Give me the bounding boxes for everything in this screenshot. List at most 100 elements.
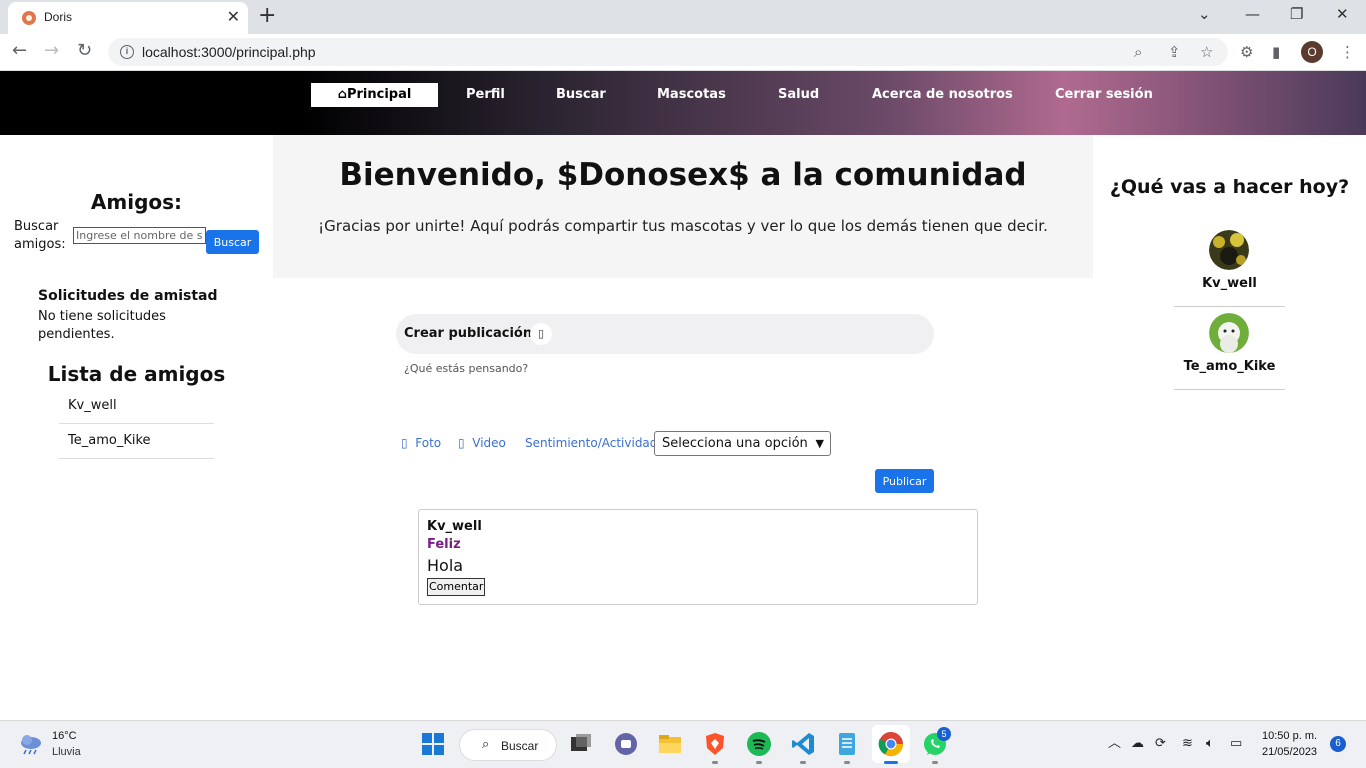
wifi-icon[interactable]: ≋ xyxy=(1182,735,1193,753)
feeling-select-value: Selecciona una opción xyxy=(662,436,808,451)
nav-principal[interactable]: ⌂Principal xyxy=(311,83,438,107)
profile-avatar[interactable]: O xyxy=(1301,41,1323,63)
create-post-title: Crear publicación xyxy=(404,326,533,341)
tray-chevron-up-icon[interactable]: ︿ xyxy=(1108,735,1121,753)
vscode-icon[interactable] xyxy=(790,731,816,757)
home-icon: ⌂ xyxy=(337,87,347,102)
site-navbar: ⌂Principal Perfil Buscar Mascotas Salud … xyxy=(0,71,1366,135)
friend-requests-title: Solicitudes de amistad xyxy=(38,288,218,304)
chevron-down-icon: ▼ xyxy=(815,437,824,450)
suggested-user[interactable]: Kv_well xyxy=(1174,230,1285,307)
whatsapp-unread-badge: 5 xyxy=(937,727,951,741)
nav-salud[interactable]: Salud xyxy=(778,83,819,107)
create-post-bar[interactable]: Crear publicación ▯ xyxy=(396,314,934,354)
running-indicator xyxy=(756,761,762,764)
weather-temperature: 16°C xyxy=(52,730,77,742)
bookmark-star-icon[interactable]: ☆ xyxy=(1200,43,1213,61)
post-mood: Feliz xyxy=(427,537,461,552)
taskbar-search-label: Buscar xyxy=(501,739,539,753)
nav-mascotas[interactable]: Mascotas xyxy=(657,83,726,107)
onedrive-cloud-icon[interactable]: ☁ xyxy=(1131,735,1144,753)
notification-badge[interactable]: 6 xyxy=(1330,736,1346,752)
feeling-select[interactable]: Selecciona una opción ▼ xyxy=(654,431,831,456)
dog-favicon-icon xyxy=(22,11,36,25)
photo-icon: ▯ xyxy=(401,436,408,450)
file-explorer-icon[interactable] xyxy=(657,731,683,757)
site-info-icon[interactable]: i xyxy=(120,45,134,59)
clock-time[interactable]: 10:50 p. m. xyxy=(1262,730,1317,742)
friends-title: Amigos: xyxy=(90,190,183,214)
new-tab-icon[interactable]: + xyxy=(258,4,276,28)
post-author[interactable]: Kv_well xyxy=(427,519,482,534)
friend-requests-text: No tiene solicitudes pendientes. xyxy=(38,309,166,342)
friend-list-item[interactable]: Kv_well xyxy=(59,389,214,424)
avatar xyxy=(1209,313,1249,353)
post-textarea-placeholder[interactable]: ¿Qué estás pensando? xyxy=(404,362,528,375)
nav-cerrar-sesion[interactable]: Cerrar sesión xyxy=(1055,83,1153,107)
minimize-icon[interactable]: — xyxy=(1245,4,1260,24)
friend-search-input[interactable] xyxy=(73,227,206,244)
suggested-user-name: Te_amo_Kike xyxy=(1183,359,1276,374)
welcome-subtitle: ¡Gracias por unirte! Aquí podrás compart… xyxy=(318,217,1048,235)
windows-taskbar: 16°C Lluvia ⌕ Buscar ︿ ☁ ⟳ ≋ 🔈︎ ▭ 10:50 … xyxy=(0,720,1366,768)
running-indicator xyxy=(932,761,938,764)
sync-icon[interactable]: ⟳ xyxy=(1155,735,1166,753)
rain-cloud-icon[interactable] xyxy=(18,733,44,755)
windows-start-icon[interactable] xyxy=(420,731,446,757)
nav-buscar[interactable]: Buscar xyxy=(556,83,606,107)
back-icon[interactable]: ← xyxy=(12,40,27,62)
battery-icon[interactable]: ▭ xyxy=(1230,735,1242,753)
video-link[interactable]: ▯ Video xyxy=(458,436,506,450)
browser-tab[interactable]: Doris ✕ xyxy=(8,2,248,34)
notepad-icon[interactable] xyxy=(834,731,860,757)
brave-browser-icon[interactable] xyxy=(702,731,728,757)
task-view-icon[interactable] xyxy=(568,731,594,757)
extensions-icon[interactable]: ⚙ xyxy=(1240,42,1253,62)
post-card: Kv_well Feliz Hola Comentar xyxy=(418,509,978,605)
edit-icon[interactable]: ▯ xyxy=(530,323,552,345)
side-panel-icon[interactable]: ▮ xyxy=(1272,42,1280,62)
post-text: Hola xyxy=(427,556,464,575)
url-text[interactable]: localhost:3000/principal.php xyxy=(142,44,316,60)
friend-list-item[interactable]: Te_amo_Kike xyxy=(59,424,214,459)
publish-button[interactable]: Publicar xyxy=(875,469,934,493)
welcome-title: Bienvenido, $Donosex$ a la comunidad xyxy=(339,157,1027,193)
menu-dots-icon[interactable]: ⋮ xyxy=(1340,42,1355,62)
forward-icon[interactable]: → xyxy=(44,40,59,62)
tab-title: Doris xyxy=(44,10,73,24)
reload-icon[interactable]: ↻ xyxy=(77,40,92,62)
feeling-link[interactable]: Sentimiento/Actividad xyxy=(525,436,657,450)
volume-icon[interactable]: 🔈︎ xyxy=(1206,735,1214,753)
nav-acerca[interactable]: Acerca de nosotros xyxy=(872,83,1013,107)
close-window-icon[interactable]: ✕ xyxy=(1336,4,1349,24)
friend-search-button[interactable]: Buscar xyxy=(206,230,259,254)
taskbar-search[interactable]: ⌕ Buscar xyxy=(459,729,557,761)
spotify-icon[interactable] xyxy=(746,731,772,757)
today-title: ¿Qué vas a hacer hoy? xyxy=(1109,176,1350,198)
comment-button[interactable]: Comentar xyxy=(427,578,486,596)
welcome-hero: Bienvenido, $Donosex$ a la comunidad ¡Gr… xyxy=(273,135,1093,278)
tab-search-chevron-icon[interactable]: ⌄ xyxy=(1198,4,1211,24)
suggested-user-name: Kv_well xyxy=(1202,276,1257,291)
nav-perfil[interactable]: Perfil xyxy=(466,83,505,107)
chrome-icon[interactable] xyxy=(878,731,904,757)
video-icon: ▯ xyxy=(458,436,465,450)
weather-description: Lluvia xyxy=(52,746,81,758)
share-icon[interactable]: ⇪ xyxy=(1168,43,1181,61)
photo-link[interactable]: ▯ Foto xyxy=(401,436,441,450)
address-bar[interactable]: i localhost:3000/principal.php ⌕ ⇪ ☆ xyxy=(108,38,1228,66)
active-indicator xyxy=(884,761,898,764)
restore-icon[interactable]: ❐ xyxy=(1290,4,1303,24)
close-tab-icon[interactable]: ✕ xyxy=(227,8,240,26)
browser-tabstrip: Doris ✕ + ⌄ — ❐ ✕ xyxy=(0,0,1366,34)
friend-search-label: Buscar amigos: xyxy=(14,219,66,252)
clock-date[interactable]: 21/05/2023 xyxy=(1262,746,1317,758)
zoom-icon[interactable]: ⌕ xyxy=(1134,43,1142,61)
browser-toolbar: ← → ↻ i localhost:3000/principal.php ⌕ ⇪… xyxy=(0,34,1366,71)
suggested-user[interactable]: Te_amo_Kike xyxy=(1174,313,1285,390)
friend-list-title: Lista de amigos xyxy=(47,362,226,386)
avatar xyxy=(1209,230,1249,270)
running-indicator xyxy=(712,761,718,764)
search-icon: ⌕ xyxy=(482,737,490,752)
teams-chat-icon[interactable] xyxy=(613,731,639,757)
